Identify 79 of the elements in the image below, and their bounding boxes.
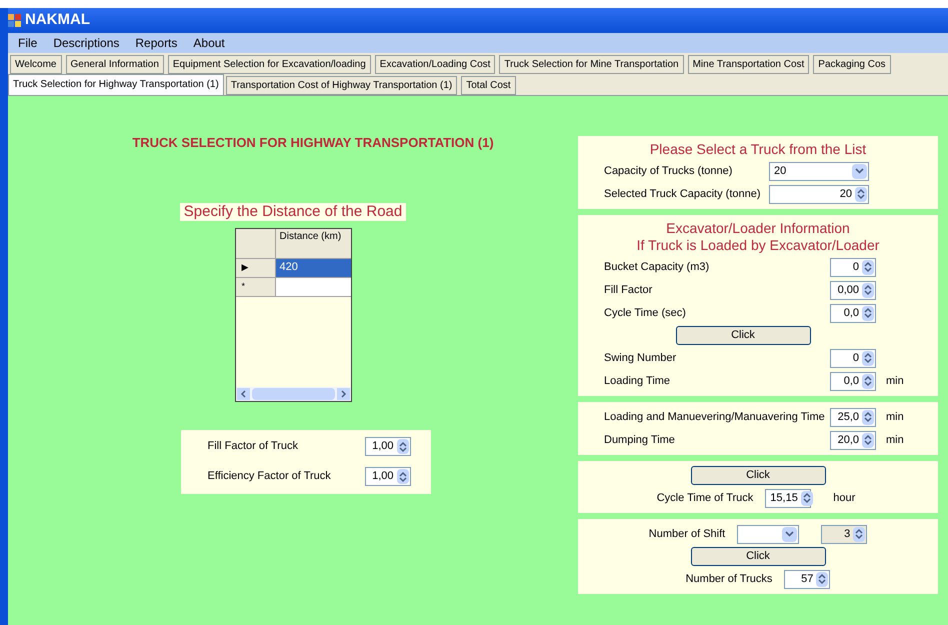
field-label: Loading Time xyxy=(604,374,672,389)
spin-arrows-icon[interactable] xyxy=(396,439,408,454)
number-spinner[interactable]: 0,00 xyxy=(830,280,876,300)
section-title: Specify the Distance of the Road xyxy=(180,202,406,220)
scroll-left-icon[interactable] xyxy=(236,388,250,400)
spin-arrows-icon[interactable] xyxy=(862,306,874,320)
window-title: NAKMAL xyxy=(25,10,90,30)
menu-item[interactable]: About xyxy=(187,34,231,52)
click-button[interactable]: Click xyxy=(690,466,826,485)
field-label: Cycle Time of Truck xyxy=(656,490,754,506)
field-label: Dumping Time xyxy=(604,432,676,448)
number-spinner[interactable]: 1,00 xyxy=(364,437,410,456)
tab[interactable]: Excavation/Loading Cost xyxy=(374,55,496,74)
unit-label: min xyxy=(886,432,905,448)
panel-title: Excavator/Loader Information xyxy=(666,220,850,237)
scroll-thumb[interactable] xyxy=(252,388,334,400)
spin-arrows-icon[interactable] xyxy=(862,350,874,366)
field-label: Swing Number xyxy=(604,350,678,366)
field-label: Capacity of Trucks (tonne) xyxy=(604,164,734,179)
field-label: Fill Factor xyxy=(604,282,654,298)
number-spinner[interactable]: 20 xyxy=(769,184,869,204)
field-label: Bucket Capacity (m3) xyxy=(604,260,710,275)
spin-arrows-icon[interactable] xyxy=(862,410,874,424)
menu-item[interactable]: File xyxy=(12,34,44,52)
horizontal-scrollbar[interactable] xyxy=(236,386,350,400)
unit-label: min xyxy=(886,374,905,389)
menu-item[interactable]: Descriptions xyxy=(47,34,126,52)
row-header: * xyxy=(236,278,276,296)
field-label: Loading and Manuevering/Manuavering Time xyxy=(604,410,826,425)
number-spinner[interactable]: 1,00 xyxy=(364,467,410,486)
field-label: Cycle Time (sec) xyxy=(604,306,687,321)
spin-arrows-icon[interactable] xyxy=(862,260,874,274)
spin-arrows-icon[interactable] xyxy=(396,469,408,484)
spin-arrows-icon[interactable] xyxy=(800,490,813,506)
field-label: Efficiency Factor of Truck xyxy=(208,469,332,484)
tab[interactable]: Transportation Cost of Highway Transportation (1) xyxy=(226,76,458,95)
tab[interactable]: Welcome xyxy=(10,55,62,74)
menu-item[interactable]: Reports xyxy=(129,34,184,52)
dropdown-arrow-icon[interactable] xyxy=(782,526,798,542)
field-label: Number of Shift xyxy=(648,526,726,542)
table-cell[interactable] xyxy=(276,278,350,296)
tab[interactable]: Equipment Selection for Excavation/loading xyxy=(168,55,371,74)
spin-arrows-icon[interactable] xyxy=(816,572,828,586)
number-spinner[interactable]: 57 xyxy=(784,570,830,588)
dropdown[interactable]: 20 xyxy=(769,162,869,180)
table-cell[interactable]: 420 xyxy=(276,258,350,276)
app-icon xyxy=(8,14,21,27)
tab[interactable]: Packaging Cos xyxy=(813,55,891,74)
dropdown-arrow-icon[interactable] xyxy=(852,164,867,178)
tab[interactable]: Mine Transportation Cost xyxy=(688,55,810,74)
number-spinner[interactable]: 25,0 xyxy=(830,408,876,426)
number-spinner[interactable]: 20,0 xyxy=(830,430,876,450)
number-spinner[interactable]: 0,0 xyxy=(830,304,876,322)
spin-arrows-icon[interactable] xyxy=(862,432,874,448)
number-spinner[interactable]: 0 xyxy=(830,348,876,368)
tab[interactable]: Truck Selection for Mine Transportation xyxy=(499,55,684,74)
row-header: ▶ xyxy=(236,258,276,276)
tab[interactable]: General Information xyxy=(66,55,164,74)
tab[interactable]: Truck Selection for Highway Transportation (1) xyxy=(8,74,224,95)
tab[interactable]: Total Cost xyxy=(461,76,516,95)
unit-label: hour xyxy=(833,490,856,506)
dropdown[interactable] xyxy=(737,524,800,544)
page-heading: TRUCK SELECTION FOR HIGHWAY TRANSPORTATION (1) xyxy=(132,134,494,152)
click-button[interactable]: Click xyxy=(676,326,810,345)
field-label: Fill Factor of Truck xyxy=(208,439,299,454)
field-label: Selected Truck Capacity (tonne) xyxy=(604,186,762,202)
number-spinner[interactable]: 15,15 xyxy=(765,488,812,508)
scroll-right-icon[interactable] xyxy=(336,388,350,400)
spin-arrows-icon[interactable] xyxy=(855,186,867,202)
click-button[interactable]: Click xyxy=(690,547,826,566)
spin-arrows-icon[interactable] xyxy=(862,374,874,388)
field-label: Number of Trucks xyxy=(686,572,772,587)
number-spinner[interactable]: 0,0 xyxy=(830,372,876,390)
number-spinner[interactable]: 0 xyxy=(830,258,876,276)
spin-arrows-icon[interactable] xyxy=(862,282,874,298)
column-header: Distance (km) xyxy=(276,228,350,258)
panel-title: If Truck is Loaded by Excavator/Loader xyxy=(636,237,880,254)
panel-title: Please Select a Truck from the List xyxy=(650,141,866,158)
unit-label: min xyxy=(886,410,905,425)
